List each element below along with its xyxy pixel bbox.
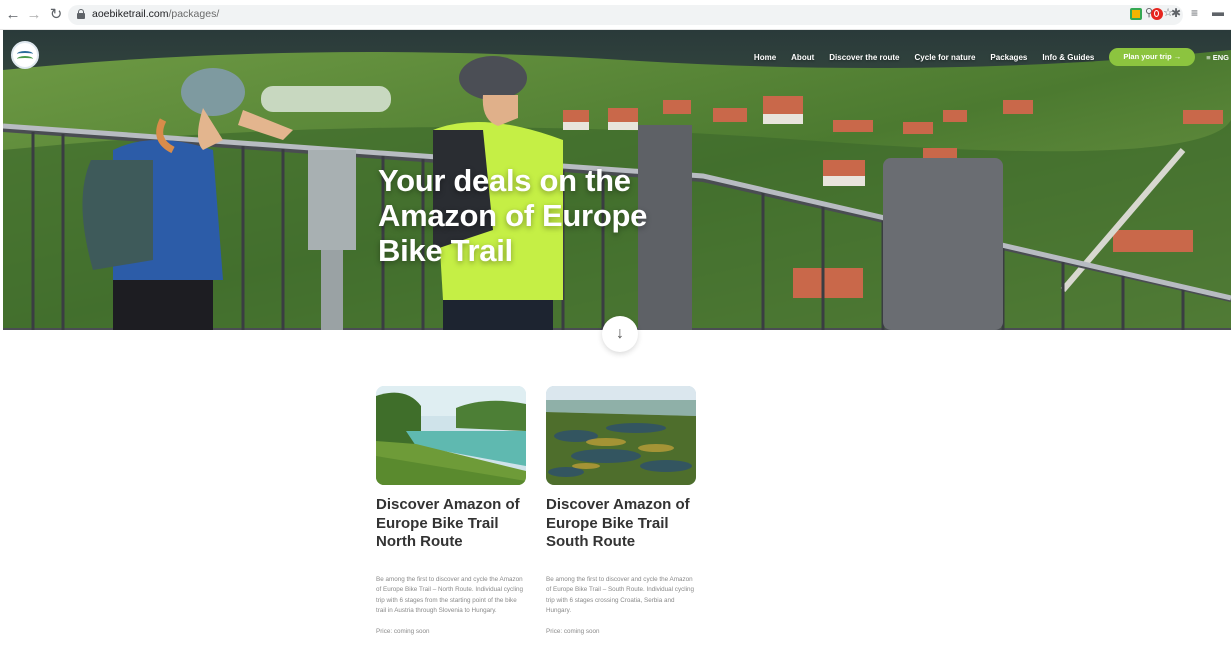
- arrow-down-icon[interactable]: ↓: [602, 316, 638, 352]
- package-image-north[interactable]: [376, 386, 526, 485]
- lock-icon: [77, 9, 85, 19]
- address-bar[interactable]: aoebiketrail.com/packages/ ⚲ ☆: [68, 5, 1183, 25]
- nav-discover-route[interactable]: Discover the route: [829, 53, 899, 62]
- package-title[interactable]: Discover Amazon of Europe Bike Trail Nor…: [376, 496, 526, 552]
- logo-icon[interactable]: [11, 41, 39, 69]
- package-price: Price: coming soon: [546, 627, 600, 635]
- nav-cycle-for-nature[interactable]: Cycle for nature: [915, 53, 976, 62]
- url-path: /packages/: [168, 8, 220, 20]
- package-card[interactable]: Discover Amazon of Europe Bike Trail Nor…: [376, 386, 526, 635]
- plan-trip-button[interactable]: Plan your trip →: [1109, 48, 1196, 66]
- url-host: aoebiketrail.com: [92, 8, 169, 20]
- main-navigation: Home About Discover the route Cycle for …: [754, 47, 1231, 67]
- reload-icon[interactable]: ↻: [47, 6, 65, 24]
- package-title[interactable]: Discover Amazon of Europe Bike Trail Sou…: [546, 496, 696, 552]
- package-image-south[interactable]: [546, 386, 696, 485]
- package-description: Be among the first to discover and cycle…: [376, 575, 524, 615]
- package-price: Price: coming soon: [376, 627, 430, 635]
- reading-list-icon[interactable]: ≡: [1191, 6, 1198, 20]
- nav-about[interactable]: About: [791, 53, 814, 62]
- forward-icon[interactable]: →: [25, 6, 43, 24]
- nav-home[interactable]: Home: [754, 53, 776, 62]
- package-description: Be among the first to discover and cycle…: [546, 575, 695, 615]
- hero-title: Your deals on the Amazon of Europe Bike …: [378, 163, 648, 268]
- extension-icon[interactable]: [1130, 8, 1142, 20]
- back-icon[interactable]: ←: [4, 6, 22, 24]
- package-card[interactable]: Discover Amazon of Europe Bike Trail Sou…: [546, 386, 696, 635]
- opera-extension-icon[interactable]: [1151, 8, 1163, 20]
- profile-icon[interactable]: ▬: [1212, 5, 1224, 19]
- url-text[interactable]: aoebiketrail.com/packages/: [92, 8, 219, 20]
- hero-banner: Home About Discover the route Cycle for …: [3, 30, 1231, 330]
- language-selector[interactable]: ≡ ENG: [1206, 53, 1229, 62]
- nav-info-guides[interactable]: Info & Guides: [1042, 53, 1094, 62]
- nav-packages[interactable]: Packages: [990, 53, 1027, 62]
- puzzle-icon[interactable]: ✱: [1171, 6, 1181, 20]
- browser-toolbar: ← → ↻ aoebiketrail.com/packages/ ⚲ ☆ ✱ ≡…: [0, 0, 1231, 30]
